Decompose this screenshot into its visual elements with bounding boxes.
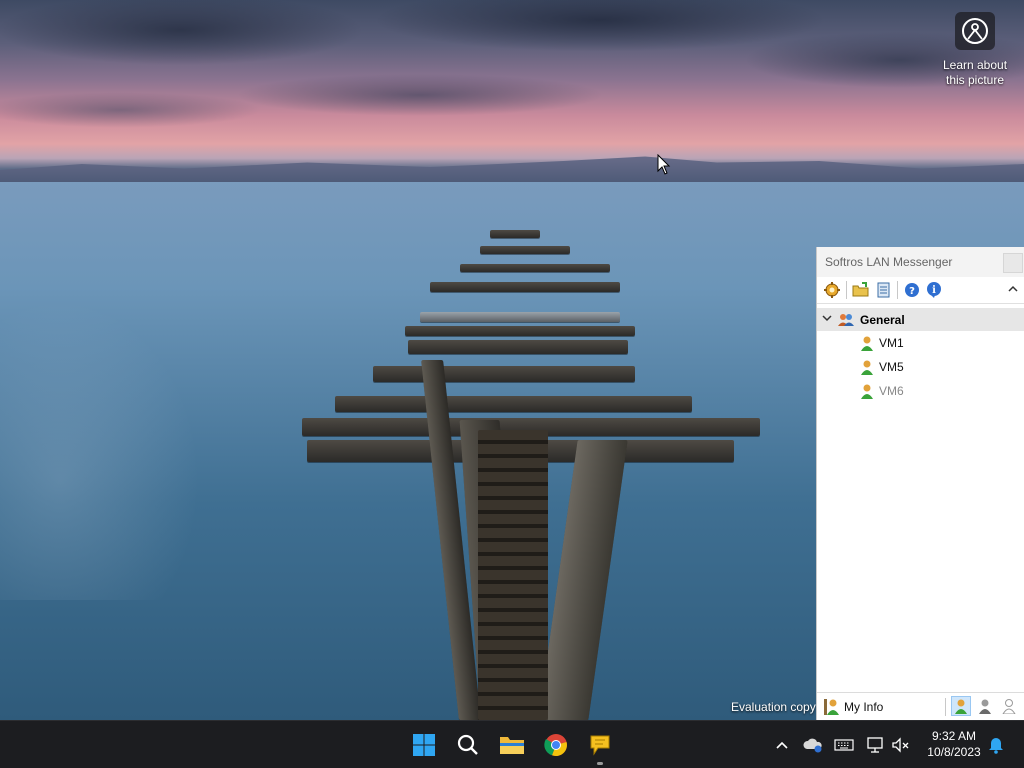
messenger-title-bar[interactable]: Softros LAN Messenger [817,247,1024,277]
open-folder-icon [852,282,869,297]
svg-text:i: i [932,285,936,296]
evaluation-watermark: Evaluation copy [731,700,816,714]
search-icon [457,734,478,755]
messenger-status-bar: My Info [817,692,1024,720]
user-name: VM6 [879,384,904,398]
distant-mountains [0,156,1024,182]
taskbar-clock[interactable]: 9:32 AM 10/8/2023 [918,728,990,760]
user-offline-icon [1002,699,1016,714]
toolbar-separator [846,281,847,299]
messenger-title: Softros LAN Messenger [825,255,953,269]
status-separator [945,698,946,716]
chevron-up-icon [776,741,788,749]
speaker-muted-icon [892,737,909,753]
group-name: General [860,312,905,327]
open-folder-button[interactable] [850,279,872,301]
about-button[interactable]: i [923,279,945,301]
about-icon: i [927,282,941,298]
chrome-icon [544,734,567,757]
message-history-icon [877,282,890,298]
group-icon [838,313,854,326]
messenger-window: Softros LAN Messenger ? i General VM1 VM… [816,247,1024,720]
chevron-up-icon [1008,285,1018,292]
group-row-general[interactable]: General [817,308,1024,331]
close-button[interactable] [1003,253,1023,273]
search-button[interactable] [452,729,484,761]
clock-time: 9:32 AM [931,729,977,743]
status-away-button[interactable] [975,696,995,716]
my-info-button[interactable]: My Info [823,698,883,716]
user-away-icon [979,699,991,714]
keyboard-icon [834,739,854,751]
status-offline-button[interactable] [999,696,1019,716]
clock-date: 10/8/2023 [927,745,981,759]
svg-text:?: ? [909,286,915,297]
message-history-button[interactable] [872,279,894,301]
preferences-button[interactable] [821,279,843,301]
notifications-button[interactable] [986,735,1006,755]
folder-icon [500,737,524,754]
cloud-icon [803,738,822,753]
mouse-cursor-icon [657,154,671,175]
start-button[interactable] [408,729,440,761]
status-online-button[interactable] [951,696,971,716]
network-button[interactable] [866,735,886,755]
softros-messenger-button[interactable] [584,729,616,765]
windows-logo-icon [413,734,435,756]
learn-about-picture-label[interactable]: Learn about this picture [934,58,1016,88]
taskbar: 9:32 AM 10/8/2023 [0,720,1024,768]
learn-about-picture-button[interactable] [955,12,995,50]
messenger-chat-icon [590,735,610,756]
user-row-vm5[interactable]: VM5 [817,355,1024,379]
user-info-icon [824,698,839,715]
water-glow [0,300,200,600]
help-icon: ? [905,283,919,297]
volume-button[interactable] [891,735,911,755]
onedrive-tray-button[interactable] [803,735,823,755]
file-explorer-button[interactable] [496,729,528,761]
collapse-toolbar-button[interactable] [1005,281,1021,297]
chrome-button[interactable] [540,729,572,761]
network-icon [867,737,883,753]
help-button[interactable]: ? [901,279,923,301]
user-online-icon [955,699,967,714]
user-online-icon [861,360,873,375]
chevron-down-icon[interactable] [817,314,837,325]
toolbar-separator [897,281,898,299]
user-row-vm1[interactable]: VM1 [817,331,1024,355]
user-online-icon [861,384,873,399]
bell-icon [989,738,1003,754]
user-row-vm6[interactable]: VM6 [817,379,1024,403]
input-keyboard-button[interactable] [834,735,854,755]
running-indicator [597,762,603,765]
preferences-icon [824,282,840,298]
sky-clouds [0,0,1024,150]
spotlight-camera-icon [962,18,988,44]
user-name: VM1 [879,336,904,350]
messenger-toolbar: ? i [817,277,1024,304]
show-hidden-icons-button[interactable] [772,735,792,755]
user-online-icon [861,336,873,351]
user-name: VM5 [879,360,904,374]
